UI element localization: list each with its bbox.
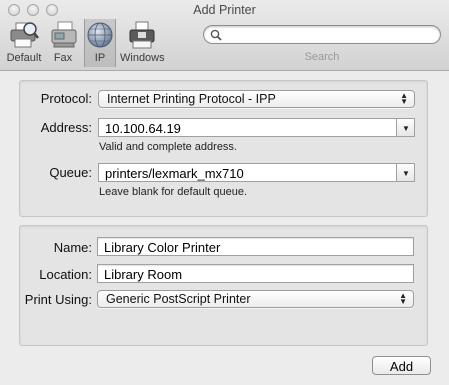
address-label: Address: (40, 120, 92, 135)
fax-icon (51, 21, 77, 48)
toolbar-ip-label: IP (94, 52, 106, 64)
protocol-value: Internet Printing Protocol - IPP (107, 92, 276, 106)
location-label: Location: (39, 267, 92, 282)
protocol-popup[interactable]: Internet Printing Protocol - IPP ▲ ▼ (98, 90, 415, 108)
updown-arrows-icon: ▲ ▼ (400, 91, 408, 106)
toolbar-windows-button[interactable]: Windows (120, 19, 165, 67)
location-field[interactable] (97, 264, 414, 283)
toolbar-windows-label: Windows (120, 52, 165, 64)
default-printer-icon (10, 22, 39, 48)
queue-input[interactable] (103, 165, 387, 182)
search-label: Search (304, 51, 340, 63)
window-title: Add Printer (193, 3, 256, 17)
windows-printer-icon (129, 21, 155, 49)
toolbar: Add Printer Default Fax IP Windows Searc… (0, 0, 449, 71)
name-input[interactable] (102, 239, 411, 256)
queue-hint: Leave blank for default queue. (99, 186, 248, 198)
search-input[interactable] (226, 27, 430, 44)
search-field[interactable] (203, 25, 441, 44)
queue-combo[interactable]: ▼ (98, 163, 415, 182)
print-using-label: Print Using: (24, 292, 92, 307)
add-button[interactable]: Add (372, 356, 431, 375)
toolbar-fax-label: Fax (53, 52, 73, 64)
search-icon (210, 29, 222, 41)
queue-dropdown-button[interactable]: ▼ (396, 164, 414, 181)
name-field[interactable] (97, 237, 414, 256)
updown-arrows-icon: ▲ ▼ (399, 291, 407, 306)
address-hint: Valid and complete address. (99, 141, 237, 153)
toolbar-default-button[interactable]: Default (4, 19, 44, 67)
toolbar-default-label: Default (6, 52, 42, 64)
print-using-popup[interactable]: Generic PostScript Printer ▲ ▼ (97, 290, 414, 308)
toolbar-ip-button[interactable]: IP (84, 19, 116, 67)
chevron-down-icon: ▼ (402, 124, 410, 133)
add-printer-window: Add Printer Default Fax IP Windows Searc… (0, 0, 449, 385)
protocol-label: Protocol: (40, 91, 92, 106)
chevron-down-icon: ▼ (402, 169, 410, 178)
globe-icon (87, 22, 113, 48)
name-label: Name: (53, 240, 92, 255)
location-input[interactable] (102, 266, 411, 283)
toolbar-fax-button[interactable]: Fax (48, 19, 78, 67)
address-combo[interactable]: ▼ (98, 118, 415, 137)
address-dropdown-button[interactable]: ▼ (396, 119, 414, 136)
address-input[interactable] (103, 120, 387, 137)
queue-label: Queue: (49, 165, 92, 180)
print-using-value: Generic PostScript Printer (106, 292, 251, 306)
